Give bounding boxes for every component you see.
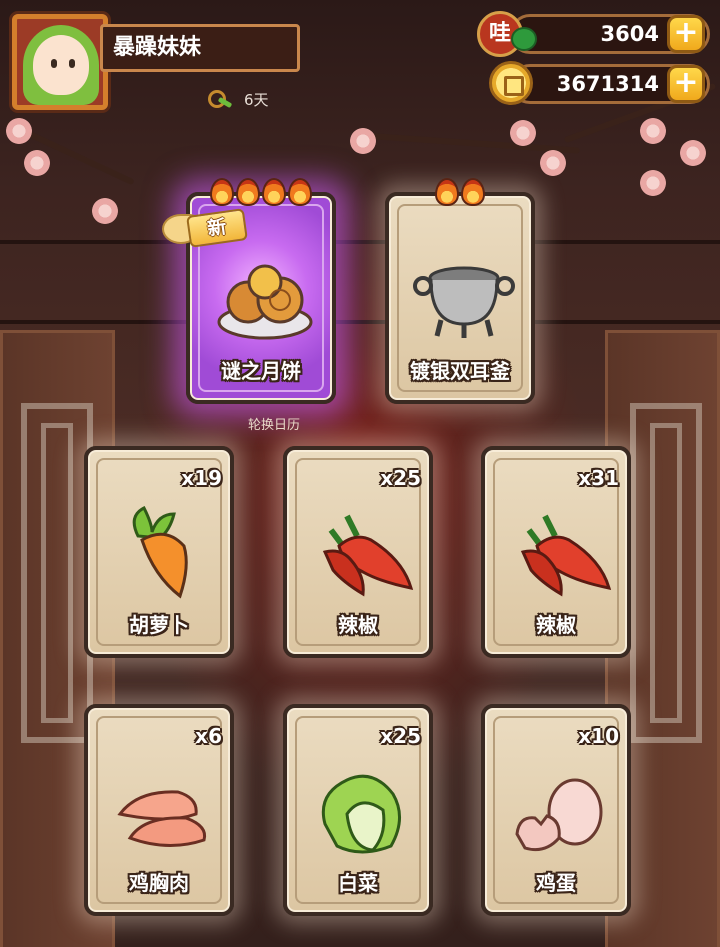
ingredient-card-chicken-breast[interactable]: x6 鸡胸肉 (84, 704, 234, 916)
wa-currency-value: 3604 (600, 22, 659, 46)
avatar-eye (51, 59, 57, 68)
avatar-eye (69, 59, 75, 68)
add-wa-currency-button[interactable]: + (667, 15, 705, 53)
cabbage-icon (321, 774, 401, 854)
blossom (92, 198, 118, 224)
ingredient-count: x25 (380, 724, 421, 748)
ingredient-card-egg[interactable]: x10 鸡蛋 (481, 704, 631, 916)
wall-line (0, 320, 720, 324)
chicken-breast-icon (117, 790, 207, 848)
ingredient-card-carrot[interactable]: x19 胡萝卜 (84, 446, 234, 658)
wa-currency-bar: 哇 3604 + (477, 11, 710, 57)
blossom (510, 120, 536, 146)
avatar-face (33, 35, 89, 95)
wall-line (0, 240, 720, 244)
blossom (680, 140, 706, 166)
blossom (640, 118, 666, 144)
flame-icon (435, 178, 459, 206)
flame-icon (288, 178, 312, 206)
egg-icon (515, 778, 603, 852)
ingredient-count: x6 (195, 724, 222, 748)
featured-card-mooncake[interactable]: 新 谜之月饼 (162, 178, 336, 404)
ingredient-count: x19 (181, 466, 222, 490)
ingredient-name: 辣椒 (338, 613, 378, 637)
window-lattice (21, 403, 93, 743)
chili-icon (520, 514, 612, 597)
ingredient-card-chili[interactable]: x25 辣椒 (283, 446, 433, 658)
cauldron-icon (413, 266, 515, 338)
add-coins-button[interactable]: + (667, 65, 705, 103)
days-count: 6天 (244, 90, 269, 109)
ingredient-count: x25 (380, 466, 421, 490)
ingredient-card-chili[interactable]: x31 辣椒 (481, 446, 631, 658)
mooncake-icon (217, 264, 313, 340)
coin-value: 3671314 (556, 72, 659, 96)
flame-icon (262, 178, 286, 206)
jade-icon (511, 27, 537, 51)
flame-icon (210, 178, 234, 206)
flame-rating (389, 178, 531, 206)
flame-rating (190, 178, 332, 206)
flame-icon (461, 178, 485, 206)
blossom (6, 118, 32, 144)
ingredient-name: 胡萝卜 (129, 613, 189, 637)
blossom (540, 150, 566, 176)
player-name: 暴躁妹妹 (100, 24, 300, 72)
window-lattice (630, 403, 702, 743)
ingredient-name: 白菜 (338, 871, 378, 895)
chili-icon (322, 514, 414, 597)
ingredient-name: 鸡胸肉 (129, 871, 189, 895)
blossom (350, 128, 376, 154)
blossom (640, 170, 666, 196)
ingredient-card-cabbage[interactable]: x25 白菜 (283, 704, 433, 916)
featured-item-name: 谜之月饼 (221, 359, 301, 383)
coin-bar: 3671314 + (489, 61, 710, 105)
days-indicator: 6天 (206, 86, 269, 112)
featured-item-name: 镀银双耳釜 (410, 359, 510, 383)
blossom (24, 150, 50, 176)
ingredient-name: 辣椒 (536, 613, 576, 637)
rotate-calendar-label[interactable]: 轮换日历 (248, 414, 300, 433)
ingredient-count: x31 (578, 466, 619, 490)
flame-icon (236, 178, 260, 206)
featured-card-cauldron[interactable]: 镀银双耳釜 (385, 178, 535, 404)
key-icon (206, 88, 234, 110)
carrot-icon (132, 505, 188, 599)
coin-icon (489, 61, 533, 105)
player-avatar[interactable] (12, 14, 108, 110)
ingredient-count: x10 (578, 724, 619, 748)
ingredient-name: 鸡蛋 (536, 871, 576, 895)
